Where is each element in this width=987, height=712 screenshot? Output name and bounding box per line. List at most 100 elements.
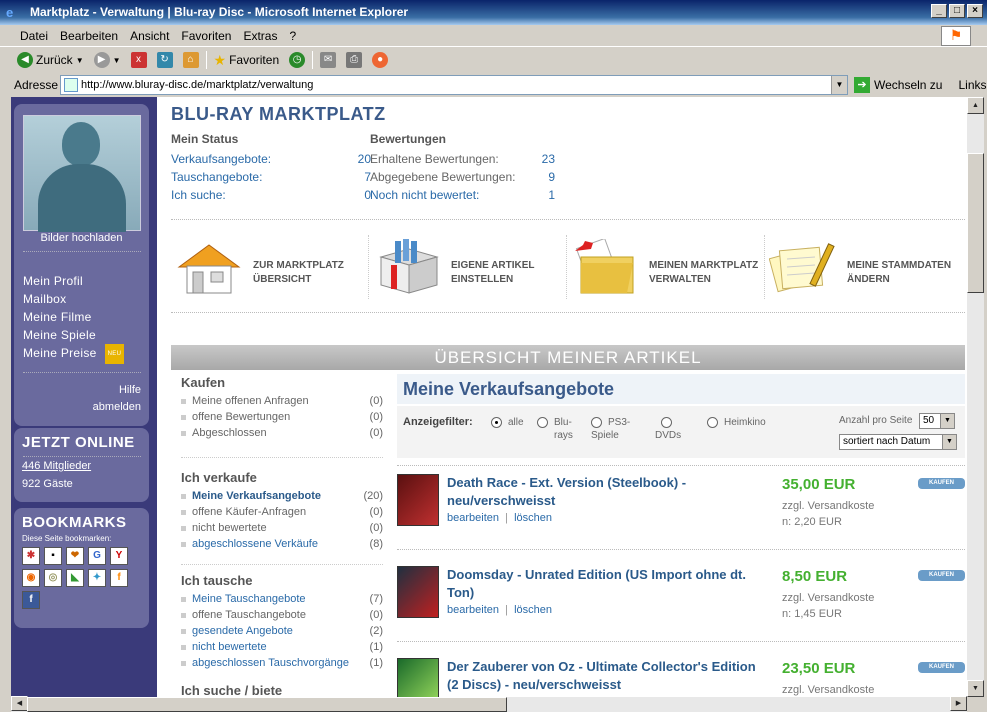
menu-datei[interactable]: Datei bbox=[14, 29, 54, 43]
history-button[interactable]: ◷ bbox=[286, 50, 308, 70]
scroll-right-icon[interactable]: ▶ bbox=[950, 696, 967, 711]
edit-link[interactable]: bearbeiten bbox=[447, 604, 499, 616]
menu-ansicht[interactable]: Ansicht bbox=[124, 29, 175, 43]
forward-dropdown-icon[interactable]: ▼ bbox=[113, 56, 121, 65]
filter-option-bluray[interactable]: Blu-rays bbox=[537, 416, 573, 442]
menu-extras[interactable]: Extras bbox=[237, 29, 283, 43]
bookmark-icon-google[interactable]: G bbox=[88, 547, 106, 565]
viewport-left-edge bbox=[0, 97, 11, 697]
favorites-button[interactable]: ★ Favoriten bbox=[211, 50, 283, 70]
list-item[interactable]: abgeschlossen Tauschvorgänge (1) bbox=[181, 655, 383, 671]
rating-row[interactable]: Noch nicht bewertet: 1 bbox=[370, 186, 555, 204]
menu-favoriten[interactable]: Favoriten bbox=[175, 29, 237, 43]
cover-image[interactable] bbox=[397, 658, 439, 697]
offer-title-link[interactable]: Der Zauberer von Oz - Ultimate Collector… bbox=[447, 658, 757, 694]
filter-option-ps3[interactable]: PS3- Spiele bbox=[591, 416, 630, 442]
refresh-button[interactable]: ↻ bbox=[154, 50, 176, 70]
menu-bearbeiten[interactable]: Bearbeiten bbox=[54, 29, 124, 43]
sort-select[interactable]: sortiert nach Datum ▼ bbox=[839, 434, 957, 450]
minimize-button[interactable]: _ bbox=[931, 4, 947, 18]
back-button[interactable]: ◀ Zurück ▼ bbox=[14, 50, 87, 70]
stop-button[interactable]: x bbox=[128, 50, 150, 70]
offer-title-link[interactable]: Death Race - Ext. Version (Steelbook) - … bbox=[447, 474, 757, 510]
list-item[interactable]: gesendete Angebote (2) bbox=[181, 623, 383, 639]
buy-button[interactable]: KAUFEN bbox=[918, 478, 965, 489]
sidebar-item-profile[interactable]: Mein Profil bbox=[23, 272, 124, 290]
status-row[interactable]: Tauschangebote: 7 bbox=[171, 168, 371, 186]
offer-title-link[interactable]: Doomsday - Unrated Edition (US Import oh… bbox=[447, 566, 757, 602]
delete-link[interactable]: löschen bbox=[514, 604, 552, 616]
action-add-article[interactable]: EIGENE ARTIKEL EINSTELLEN bbox=[369, 235, 567, 299]
cover-image[interactable] bbox=[397, 566, 439, 618]
house-icon bbox=[177, 244, 241, 294]
action-edit-master-data[interactable]: MEINE STAMMDATEN ÄNDERN bbox=[765, 235, 963, 299]
list-item[interactable]: offene Tauschangebote (0) bbox=[181, 607, 383, 623]
horizontal-scroll-thumb[interactable] bbox=[27, 697, 507, 712]
forward-button[interactable]: ▶ ▼ bbox=[91, 50, 124, 70]
action-manage-marketplace[interactable]: MEINEN MARKTPLATZ VERWALTEN bbox=[567, 235, 765, 299]
scroll-up-icon[interactable]: ▲ bbox=[967, 97, 984, 114]
bookmark-icon-5[interactable]: Y bbox=[110, 547, 128, 565]
sidebar-item-prices[interactable]: Meine Preise NEU bbox=[23, 344, 125, 364]
offers-filter: Anzeigefilter: alle Blu-rays PS3- Spiele … bbox=[397, 406, 965, 458]
scroll-down-icon[interactable]: ▼ bbox=[967, 680, 984, 697]
members-link[interactable]: 446 Mitglieder bbox=[22, 457, 141, 475]
bookmark-icon-facebook[interactable]: f bbox=[22, 591, 40, 609]
upload-images-link[interactable]: Bilder hochladen bbox=[14, 232, 149, 244]
cover-image[interactable] bbox=[397, 474, 439, 526]
help-link[interactable]: Hilfe bbox=[93, 382, 141, 399]
bookmark-icon-1[interactable]: ✱ bbox=[22, 547, 40, 565]
print-button[interactable]: ⎙ bbox=[343, 50, 365, 70]
bookmark-icon-8[interactable]: ◣ bbox=[66, 569, 84, 587]
status-row[interactable]: Ich suche: 0 bbox=[171, 186, 371, 204]
delete-link[interactable]: löschen bbox=[514, 512, 552, 524]
logout-link[interactable]: abmelden bbox=[93, 399, 141, 416]
sidebar-item-games[interactable]: Meine Spiele bbox=[23, 326, 124, 344]
go-button[interactable]: ➔ Wechseln zu bbox=[854, 76, 942, 93]
address-input[interactable]: http://www.bluray-disc.de/marktplatz/ver… bbox=[60, 74, 848, 95]
offer-actions: bearbeiten | löschen bbox=[447, 604, 552, 616]
home-button[interactable]: ⌂ bbox=[180, 50, 202, 70]
scroll-left-icon[interactable]: ◀ bbox=[11, 696, 28, 711]
list-item[interactable]: abgeschlossene Verkäufe (8) bbox=[181, 536, 383, 552]
bookmark-icon-3[interactable]: ❤ bbox=[66, 547, 84, 565]
edit-link[interactable]: bearbeiten bbox=[447, 512, 499, 524]
list-item[interactable]: Meine Tauschangebote (7) bbox=[181, 591, 383, 607]
filter-option-all[interactable]: alle bbox=[491, 416, 524, 429]
bookmark-icon-9[interactable]: ✦ bbox=[88, 569, 106, 587]
avatar-head-shape bbox=[62, 122, 100, 166]
vertical-scrollbar[interactable]: ▲ ▼ bbox=[967, 97, 984, 697]
list-item[interactable]: offene Bewertungen (0) bbox=[181, 409, 383, 425]
bookmark-icon-10[interactable]: f bbox=[110, 569, 128, 587]
links-button[interactable]: Links bbox=[958, 78, 986, 92]
address-dropdown-icon[interactable]: ▼ bbox=[831, 75, 847, 94]
close-button[interactable]: × bbox=[967, 4, 983, 18]
vertical-scroll-thumb[interactable] bbox=[967, 153, 984, 293]
messenger-button[interactable]: ● bbox=[369, 50, 391, 70]
buy-button[interactable]: KAUFEN bbox=[918, 662, 965, 673]
sidebar-item-movies[interactable]: Meine Filme bbox=[23, 308, 124, 326]
filter-option-heimkino[interactable]: Heimkino bbox=[707, 416, 766, 429]
bookmark-icon-7[interactable]: ◎ bbox=[44, 569, 62, 587]
list-item[interactable]: nicht bewertete (1) bbox=[181, 639, 383, 655]
list-item-active[interactable]: Meine Verkaufsangebote (20) bbox=[181, 488, 383, 504]
filter-option-dvd[interactable]: DVDs bbox=[655, 416, 681, 442]
mail-button[interactable]: ✉ bbox=[317, 50, 339, 70]
list-item[interactable]: offene Käufer-Anfragen (0) bbox=[181, 504, 383, 520]
buy-button[interactable]: KAUFEN bbox=[918, 570, 965, 581]
status-row[interactable]: Verkaufsangebote: 20 bbox=[171, 150, 371, 168]
sidebar-item-mailbox[interactable]: Mailbox bbox=[23, 290, 124, 308]
back-dropdown-icon[interactable]: ▼ bbox=[76, 56, 84, 65]
menu-help[interactable]: ? bbox=[283, 29, 302, 43]
horizontal-scrollbar[interactable]: ◀ ▶ bbox=[11, 696, 967, 712]
list-item-label: abgeschlossene Verkäufe bbox=[181, 536, 318, 552]
list-item[interactable]: nicht bewertete (0) bbox=[181, 520, 383, 536]
avatar[interactable] bbox=[23, 115, 141, 232]
per-page-select[interactable]: 50 ▼ bbox=[919, 413, 955, 429]
list-item[interactable]: Meine offenen Anfragen (0) bbox=[181, 393, 383, 409]
bookmark-icon-2[interactable]: ▪ bbox=[44, 547, 62, 565]
action-marketplace-overview[interactable]: ZUR MARKTPLATZ ÜBERSICHT bbox=[171, 235, 369, 299]
bookmark-icon-6[interactable]: ◉ bbox=[22, 569, 40, 587]
list-item[interactable]: Abgeschlossen (0) bbox=[181, 425, 383, 441]
maximize-button[interactable]: □ bbox=[949, 4, 965, 18]
